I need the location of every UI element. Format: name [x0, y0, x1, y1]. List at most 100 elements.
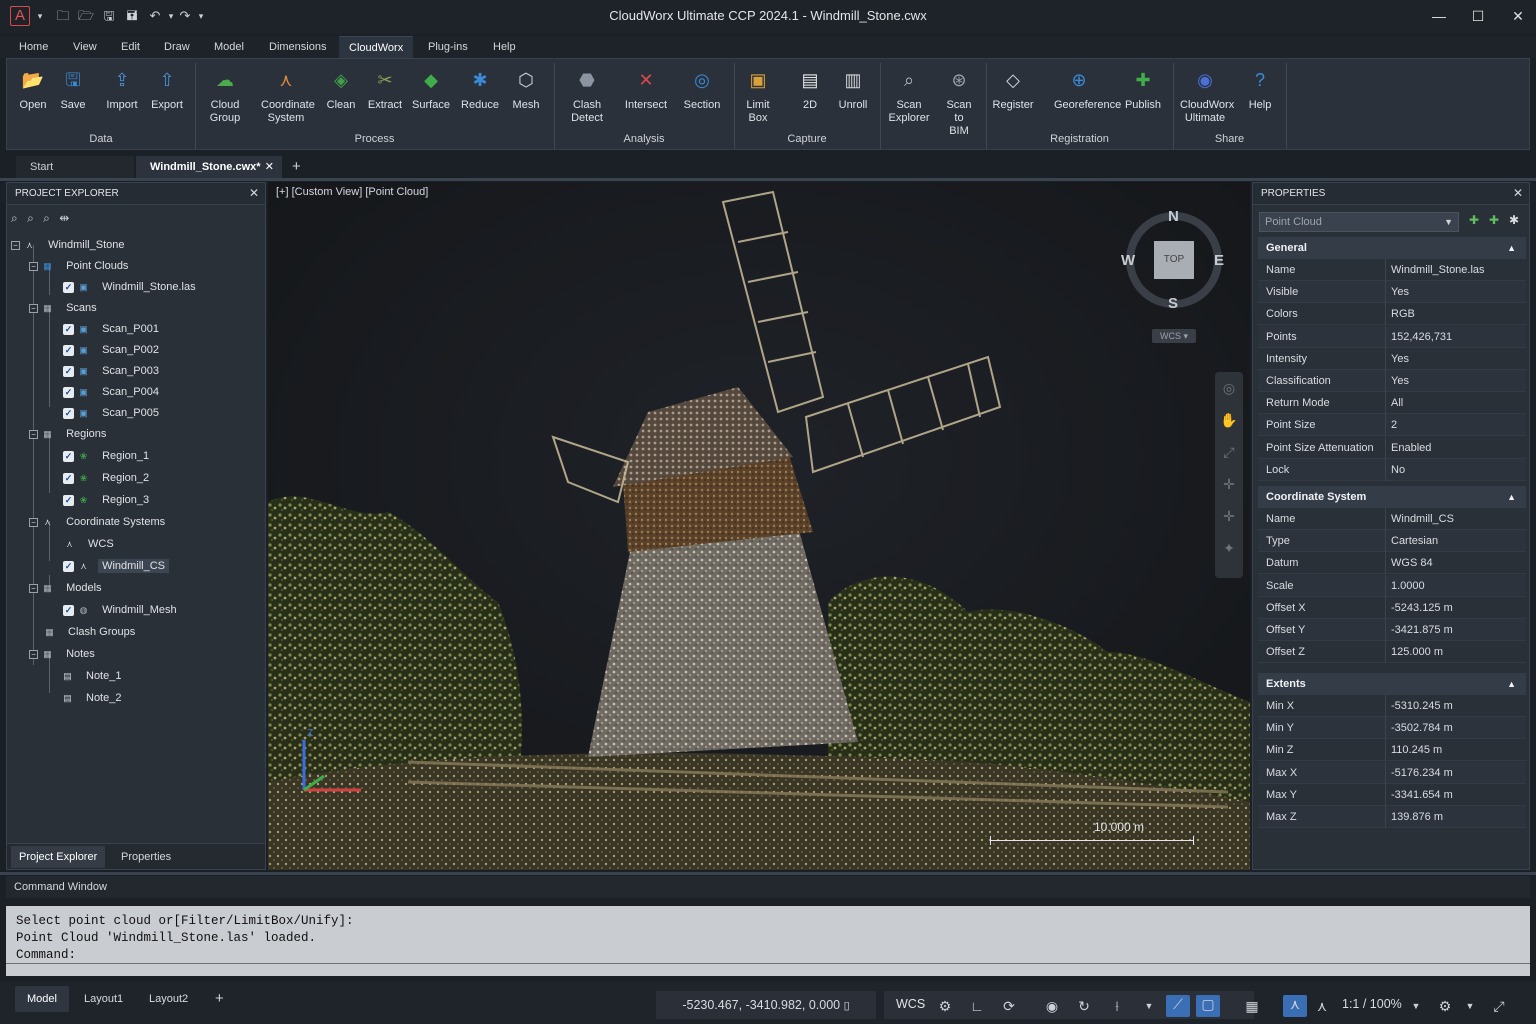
cloud-group-button[interactable]: ☁ Cloud Group: [200, 65, 250, 125]
quick-select-icon[interactable]: ✚: [1469, 213, 1483, 227]
tree-scan-item[interactable]: ✓ ▣ Scan_P001: [63, 319, 163, 340]
close-panel-icon[interactable]: ✕: [249, 186, 259, 200]
property-value[interactable]: -3502.784 m: [1391, 717, 1453, 739]
3d-viewport[interactable]: [+] [Custom View] [Point Cloud] N S E W …: [268, 182, 1250, 870]
collapse-icon[interactable]: −: [29, 517, 38, 527]
save-button[interactable]: 🖫 Save: [48, 65, 98, 112]
tree-cs-item[interactable]: ⋏ WCS: [63, 534, 118, 555]
menu-edit[interactable]: Edit: [111, 36, 150, 58]
extract-button[interactable]: ✂ Extract: [360, 65, 410, 112]
tab-properties[interactable]: Properties: [115, 846, 177, 868]
zoom-extents-icon[interactable]: ⤢: [1215, 436, 1243, 468]
visibility-checkbox[interactable]: ✓: [63, 323, 74, 335]
object-type-select[interactable]: Point Cloud ▼: [1259, 212, 1459, 232]
property-row[interactable]: Offset Y -3421.875 m: [1258, 619, 1526, 641]
property-value[interactable]: RGB: [1391, 303, 1415, 325]
property-row[interactable]: Min Z 110.245 m: [1258, 739, 1526, 762]
property-row[interactable]: Max Z 139.876 m: [1258, 806, 1526, 828]
scan-explorer-button[interactable]: ⌕ Scan Explorer: [884, 65, 934, 125]
surface-button[interactable]: ◆ Surface: [406, 65, 456, 112]
property-row[interactable]: Intensity Yes: [1258, 347, 1526, 370]
zoom-out-icon[interactable]: ⌕: [43, 211, 50, 225]
unroll-button[interactable]: ▥ Unroll: [828, 65, 878, 112]
pan-icon[interactable]: ✋: [1215, 404, 1243, 436]
import-button[interactable]: ⇪ Import: [97, 65, 147, 112]
tree-clash-groups[interactable]: ▦ Clash Groups: [43, 622, 139, 643]
tree-note-item[interactable]: ▤ Note_1: [61, 666, 125, 687]
menu-model[interactable]: Model: [204, 36, 254, 58]
clash-detect-button[interactable]: ⬣ Clash Detect: [562, 65, 612, 125]
search-icon[interactable]: ⌕: [11, 211, 18, 225]
section-extents[interactable]: Extents ▲: [1258, 673, 1526, 695]
section-coordinate-system[interactable]: Coordinate System ▲: [1258, 486, 1526, 508]
property-row[interactable]: Datum WGS 84: [1258, 552, 1526, 575]
collapse-section-icon[interactable]: ▲: [1507, 673, 1516, 695]
lineweight-icon[interactable]: ⟋: [1166, 995, 1190, 1017]
tree-model-item[interactable]: ✓ ◍ Windmill_Mesh: [63, 600, 181, 621]
polar-tracking-icon[interactable]: ⟳: [1000, 997, 1018, 1015]
add-layout-icon[interactable]: +: [215, 990, 224, 1007]
limit-box-button[interactable]: ▣ Limit Box: [733, 65, 783, 125]
visibility-checkbox[interactable]: ✓: [63, 281, 74, 293]
cloudworx-ultimate-button[interactable]: ◉ CloudWorx Ultimate: [1180, 65, 1234, 125]
tree-root[interactable]: − ⋏ Windmill_Stone: [11, 235, 128, 256]
property-row[interactable]: Visible Yes: [1258, 281, 1526, 304]
collapse-icon[interactable]: −: [29, 583, 38, 593]
property-row[interactable]: Offset X -5243.125 m: [1258, 596, 1526, 619]
collapse-icon[interactable]: −: [29, 649, 38, 659]
tree-region-item[interactable]: ✓ ❀ Region_3: [63, 490, 153, 511]
coordinate-system-button[interactable]: ⋏ Coordinate System: [261, 65, 315, 125]
property-value[interactable]: -5243.125 m: [1391, 597, 1453, 619]
scale-dropdown-icon[interactable]: ▼: [1407, 997, 1425, 1015]
visibility-checkbox[interactable]: ✓: [63, 472, 74, 484]
walk-icon[interactable]: ✦: [1215, 532, 1243, 564]
zoom-in-icon[interactable]: ⌕: [27, 211, 34, 225]
clean-button[interactable]: ◈ Clean: [316, 65, 366, 112]
tree-point-cloud-file[interactable]: ✓ ▣ Windmill_Stone.las: [63, 277, 200, 298]
publish-button[interactable]: ✚ Publish: [1118, 65, 1168, 112]
scan-to-bim-button[interactable]: ⊛ Scan to BIM: [934, 65, 984, 138]
property-row[interactable]: Lock No: [1258, 458, 1526, 481]
settings-gear-icon[interactable]: ⚙: [1436, 997, 1454, 1015]
free-orbit-icon[interactable]: ✛: [1215, 500, 1243, 532]
tree-region-item[interactable]: ✓ ❀ Region_2: [63, 468, 153, 489]
property-row[interactable]: Point Size Attenuation Enabled: [1258, 436, 1526, 459]
annotation-scale-icon[interactable]: ⋏: [1313, 997, 1331, 1015]
grid-snap-icon[interactable]: ⚙: [936, 997, 954, 1015]
property-row[interactable]: Max X -5176.234 m: [1258, 761, 1526, 784]
snap-dropdown-icon[interactable]: ▼: [1140, 997, 1158, 1015]
georeference-button[interactable]: ⊕ Georeference: [1054, 65, 1121, 112]
menu-cloudworx[interactable]: CloudWorx: [339, 36, 414, 58]
orbit-icon[interactable]: ✛: [1215, 468, 1243, 500]
collapse-icon[interactable]: −: [29, 303, 38, 313]
filter-icon[interactable]: ⇹: [59, 211, 69, 225]
property-value[interactable]: 125.000 m: [1391, 641, 1443, 663]
collapse-icon[interactable]: −: [11, 240, 20, 250]
tree-point-clouds[interactable]: − ▦ Point Clouds: [29, 256, 132, 277]
property-row[interactable]: Name Windmill_Stone.las: [1258, 259, 1526, 281]
visibility-checkbox[interactable]: ✓: [63, 560, 74, 572]
tab-project-explorer[interactable]: Project Explorer: [11, 846, 106, 868]
section-button[interactable]: ◎ Section: [677, 65, 727, 112]
object-snap-icon[interactable]: ↻: [1075, 997, 1093, 1015]
tree-notes[interactable]: − ▦ Notes: [29, 644, 99, 665]
minimize-icon[interactable]: —: [1424, 6, 1454, 26]
menu-help[interactable]: Help: [483, 36, 526, 58]
visibility-checkbox[interactable]: ✓: [63, 407, 74, 419]
reduce-button[interactable]: ✱ Reduce: [455, 65, 505, 112]
property-row[interactable]: Max Y -3341.654 m: [1258, 783, 1526, 806]
tab-model[interactable]: Model: [15, 986, 69, 1012]
property-value[interactable]: 2: [1391, 414, 1397, 436]
collapse-section-icon[interactable]: ▲: [1507, 237, 1516, 259]
property-value[interactable]: Windmill_Stone.las: [1391, 259, 1485, 281]
property-value[interactable]: Cartesian: [1391, 530, 1438, 552]
command-prompt[interactable]: Command:: [16, 947, 1520, 964]
visibility-icon[interactable]: ◉: [1043, 997, 1061, 1015]
property-value[interactable]: Yes: [1391, 370, 1409, 392]
property-value[interactable]: 110.245 m: [1391, 739, 1442, 761]
tree-models[interactable]: − ▦ Models: [29, 578, 106, 599]
export-button[interactable]: ⇧ Export: [142, 65, 192, 112]
register-button[interactable]: ◇ Register: [988, 65, 1038, 112]
tree-note-item[interactable]: ▤ Note_2: [61, 688, 125, 709]
tab-windmill-stone[interactable]: Windmill_Stone.cwx* ✕: [136, 156, 282, 178]
